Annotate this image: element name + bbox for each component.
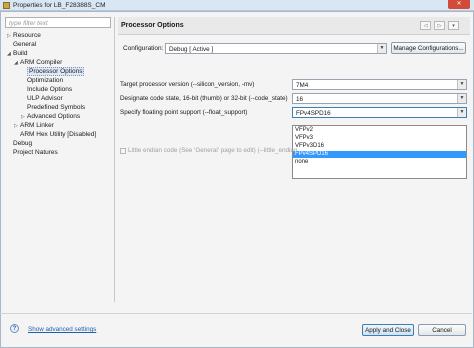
dropdown-option[interactable]: VFPv3D16: [293, 143, 466, 150]
tree-item-label: Optimization: [27, 77, 64, 84]
float-support-value: FPv4SPD16: [296, 110, 331, 117]
tree-item-label: Processor Options: [27, 67, 85, 76]
tree-item-processor-options[interactable]: Processor Options: [21, 67, 85, 76]
code-state-value: 16: [296, 96, 304, 103]
tree-item-label: Include Options: [27, 86, 73, 93]
pane-divider[interactable]: [114, 17, 115, 302]
tree-item-arm-linker[interactable]: ▷ ARM Linker: [14, 122, 54, 130]
title-bar: Properties for LB_F28388S_CM ✕: [0, 0, 474, 11]
chevron-down-icon[interactable]: ▼: [457, 94, 466, 103]
apply-and-close-button[interactable]: Apply and Close: [362, 324, 414, 336]
window-title: Properties for LB_F28388S_CM: [13, 2, 106, 9]
page-title: Processor Options: [121, 22, 184, 29]
tree-item-label: Build: [13, 50, 28, 57]
target-processor-value: 7M4: [296, 82, 309, 89]
dropdown-option[interactable]: VFPv2: [293, 127, 466, 134]
properties-dialog: type filter text ▷ Resource General ◢ Buil…: [0, 11, 474, 348]
forward-icon[interactable]: ▷: [434, 21, 445, 30]
dropdown-option-highlighted[interactable]: FPv4SPD16: [293, 151, 466, 158]
tree-item-label: Debug: [13, 140, 33, 147]
target-processor-label: Target processor version (--silicon_vers…: [120, 81, 255, 88]
float-support-select[interactable]: FPv4SPD16 ▼: [292, 107, 467, 118]
tree-item-label: Predefined Symbols: [27, 104, 86, 111]
tree-item-advanced-options[interactable]: ▷ Advanced Options: [21, 113, 80, 121]
tree-item-label: ARM Linker: [20, 122, 54, 129]
close-button[interactable]: ✕: [448, 0, 470, 9]
target-processor-select[interactable]: 7M4 ▼: [292, 79, 467, 90]
tree-item-label: Advanced Options: [27, 113, 81, 120]
code-state-select[interactable]: 16 ▼: [292, 93, 467, 104]
cancel-button[interactable]: Cancel: [418, 324, 466, 336]
tree-item-resource[interactable]: ▷ Resource: [7, 32, 41, 40]
chevron-down-icon[interactable]: ▼: [457, 108, 466, 117]
configuration-value: Debug [ Active ]: [169, 46, 214, 53]
chevron-down-icon[interactable]: ▼: [377, 44, 386, 53]
page-header: Processor Options ◁ ▷ ▾: [118, 17, 470, 35]
app-icon: [3, 2, 10, 9]
tree-item-label: ARM Compiler: [20, 59, 63, 66]
tree-item-label: ARM Hex Utility [Disabled]: [20, 131, 97, 138]
back-icon[interactable]: ◁: [420, 21, 431, 30]
view-menu-icon[interactable]: ▾: [448, 21, 459, 30]
tree-item-predefined-symbols[interactable]: Predefined Symbols: [21, 104, 85, 112]
tree-item-debug[interactable]: Debug: [7, 140, 32, 148]
tree-item-build[interactable]: ◢ Build: [7, 50, 27, 58]
float-support-label: Specify floating point support (--float_…: [120, 109, 248, 116]
dropdown-option[interactable]: VFPv3: [293, 135, 466, 142]
configuration-label: Configuration:: [123, 45, 164, 52]
dropdown-option[interactable]: none: [293, 159, 466, 166]
little-endian-label: Little endian code (See 'General' page t…: [128, 147, 298, 154]
code-state-label: Designate code state, 16-bit (thumb) or …: [120, 95, 288, 102]
configuration-select[interactable]: Debug [ Active ] ▼: [165, 43, 387, 54]
tree-item-project-natures[interactable]: Project Natures: [7, 149, 58, 157]
tree-item-label: ULP Advisor: [27, 95, 63, 102]
tree-item-optimization[interactable]: Optimization: [21, 77, 63, 85]
chevron-down-icon[interactable]: ▼: [457, 80, 466, 89]
tree-item-arm-compiler[interactable]: ◢ ARM Compiler: [14, 59, 62, 67]
tree-item-include-options[interactable]: Include Options: [21, 86, 72, 94]
tree-item-arm-hex-utility[interactable]: ARM Hex Utility [Disabled]: [14, 131, 96, 139]
float-support-dropdown: VFPv2 VFPv3 VFPv3D16 FPv4SPD16 none: [292, 125, 467, 179]
filter-input[interactable]: type filter text: [5, 17, 111, 28]
tree-item-general[interactable]: General: [7, 41, 36, 49]
tree-item-ulp-advisor[interactable]: ULP Advisor: [21, 95, 63, 103]
footer-divider: [0, 313, 472, 314]
manage-configurations-button[interactable]: Manage Configurations...: [391, 42, 466, 54]
help-icon[interactable]: ?: [10, 324, 19, 333]
tree-item-label: Resource: [13, 32, 41, 39]
left-pane: type filter text ▷ Resource General ◢ Buil…: [5, 17, 111, 297]
little-endian-checkbox[interactable]: [120, 148, 126, 154]
show-advanced-settings-link[interactable]: Show advanced settings: [28, 326, 96, 333]
tree-item-label: General: [13, 41, 37, 48]
tree-item-label: Project Natures: [13, 149, 58, 156]
